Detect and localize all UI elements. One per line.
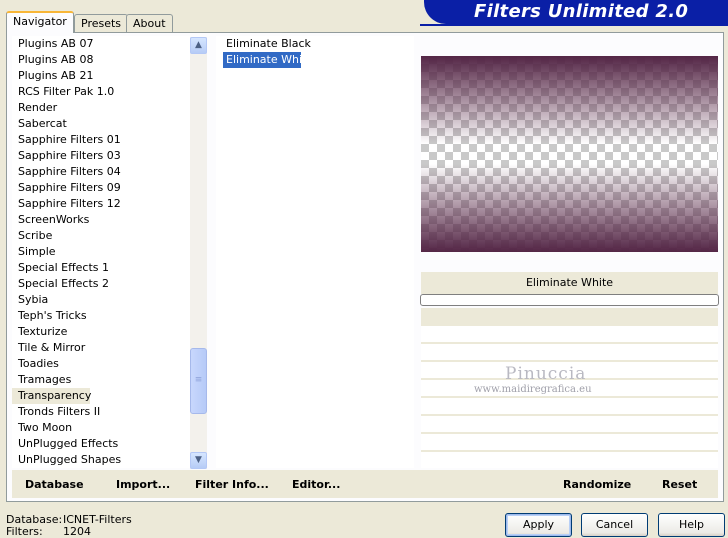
status-info: Database:ICNET-Filters Filters: 1204 <box>6 514 132 538</box>
param-slot <box>421 452 718 468</box>
category-item[interactable]: UnPlugged Effects <box>12 436 190 452</box>
category-item[interactable]: Special Effects 1 <box>12 260 190 276</box>
preview-image <box>421 56 718 252</box>
category-item[interactable]: Tronds Filters II <box>12 404 190 420</box>
category-item[interactable]: Plugins AB 08 <box>12 52 190 68</box>
category-item[interactable]: Plugins AB 21 <box>12 68 190 84</box>
scroll-thumb[interactable]: ≡ <box>190 348 207 414</box>
app-title: Filters Unlimited 2.0 <box>424 0 728 24</box>
category-item[interactable]: Teph's Tricks <box>12 308 190 324</box>
filter-item[interactable]: Eliminate White <box>223 52 313 68</box>
category-item[interactable]: Tile & Mirror <box>12 340 190 356</box>
import-button[interactable]: Import... <box>116 478 170 491</box>
category-item[interactable]: Scribe <box>12 228 190 244</box>
category-item[interactable]: Sapphire Filters 03 <box>12 148 190 164</box>
filters-count-label: Filters: <box>6 525 43 538</box>
category-item[interactable]: Transparency <box>12 388 91 404</box>
category-item[interactable]: Sapphire Filters 12 <box>12 196 190 212</box>
category-item[interactable]: Simple <box>12 244 190 260</box>
tab-about[interactable]: About <box>126 14 173 32</box>
help-button[interactable]: Help <box>658 513 725 537</box>
filter-info-button[interactable]: Filter Info... <box>195 478 269 491</box>
filter-item[interactable]: Eliminate Black <box>216 36 414 52</box>
apply-button[interactable]: Apply <box>505 513 572 537</box>
scroll-down-icon[interactable]: ▼ <box>190 452 207 469</box>
tab-presets[interactable]: Presets <box>74 14 129 32</box>
category-item[interactable]: Sapphire Filters 04 <box>12 164 190 180</box>
param-slot <box>421 416 718 432</box>
filters-count-value: 1204 <box>63 525 91 538</box>
randomize-button[interactable]: Randomize <box>563 478 631 491</box>
category-item[interactable]: Toadies <box>12 356 190 372</box>
reset-button[interactable]: Reset <box>662 478 697 491</box>
param-slot <box>421 398 718 414</box>
category-list[interactable]: Plugins AB 07 Plugins AB 08 Plugins AB 21 R… <box>12 36 190 468</box>
category-item[interactable]: Sapphire Filters 09 <box>12 180 190 196</box>
filter-name-label: Eliminate White <box>421 272 718 294</box>
progress-bar <box>420 294 719 306</box>
category-item[interactable]: Sybia <box>12 292 190 308</box>
editor-button[interactable]: Editor... <box>292 478 340 491</box>
param-slot <box>421 434 718 450</box>
watermark-name: Pinuccia <box>505 364 587 384</box>
category-item[interactable]: ScreenWorks <box>12 212 190 228</box>
category-item[interactable]: UnPlugged Shapes <box>12 452 190 468</box>
filter-list[interactable]: Eliminate Black Eliminate White <box>216 36 414 468</box>
category-item[interactable]: Two Moon <box>12 420 190 436</box>
param-slot <box>421 344 718 360</box>
category-item[interactable]: Texturize <box>12 324 190 340</box>
category-item[interactable]: Plugins AB 07 <box>12 36 190 52</box>
database-button[interactable]: Database <box>25 478 84 491</box>
bottom-toolbar: Database Import... Filter Info... Editor… <box>12 470 718 498</box>
category-item[interactable]: Render <box>12 100 190 116</box>
category-item[interactable]: Sapphire Filters 01 <box>12 132 190 148</box>
category-item[interactable]: Sabercat <box>12 116 190 132</box>
watermark-site: www.maidiregrafica.eu <box>474 384 592 395</box>
title-underline <box>420 24 728 26</box>
param-slot <box>421 326 718 342</box>
tab-navigator[interactable]: Navigator <box>6 11 74 33</box>
category-scrollbar[interactable]: ▲ ≡ ▼ <box>190 37 207 469</box>
cancel-button[interactable]: Cancel <box>581 513 648 537</box>
category-item[interactable]: Tramages <box>12 372 190 388</box>
category-item[interactable]: RCS Filter Pak 1.0 <box>12 84 190 100</box>
scroll-up-icon[interactable]: ▲ <box>190 37 207 54</box>
category-item[interactable]: Special Effects 2 <box>12 276 190 292</box>
